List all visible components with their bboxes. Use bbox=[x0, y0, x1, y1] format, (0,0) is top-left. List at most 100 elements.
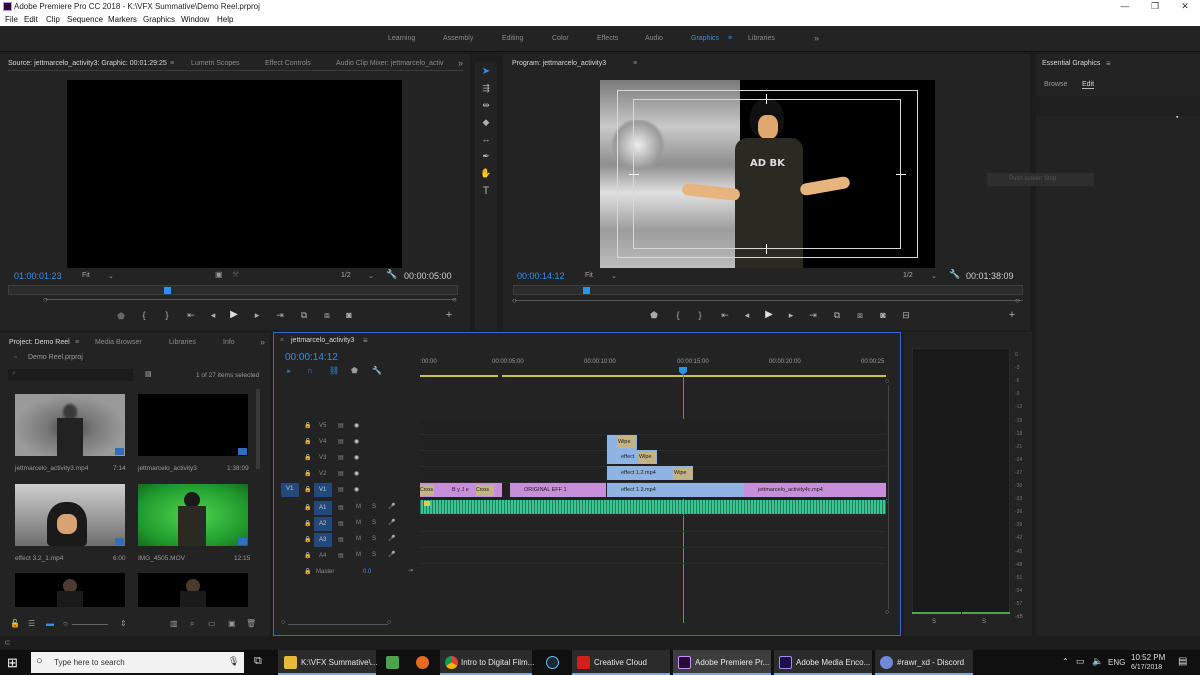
timeline-clip[interactable]: effect 1.3.mp4 bbox=[607, 483, 744, 497]
thumbnail-zoom-slider[interactable] bbox=[72, 624, 108, 625]
track-sync-icon[interactable]: ▤ bbox=[338, 486, 344, 493]
track-sync-icon[interactable]: ▤ bbox=[338, 552, 344, 559]
program-play-icon[interactable]: ▶ bbox=[762, 309, 776, 320]
program-timecode[interactable]: 00:00:14:12 bbox=[517, 271, 565, 281]
program-add-button-icon[interactable]: + bbox=[1005, 309, 1019, 321]
nest-icon[interactable]: ⚹ bbox=[286, 366, 291, 376]
voiceover-mic-icon[interactable]: 🎤 bbox=[388, 519, 395, 526]
program-camera-icon[interactable]: ◙ bbox=[876, 310, 890, 320]
menu-sequence[interactable]: Sequence bbox=[67, 15, 103, 24]
eg-tab-browse[interactable]: Browse bbox=[1044, 81, 1067, 88]
program-marker-icon[interactable]: ⬟ bbox=[647, 310, 661, 321]
track-lock-icon[interactable]: 🔒 bbox=[304, 552, 311, 559]
audio-clip-a1[interactable] bbox=[420, 500, 886, 514]
slip-tool-icon[interactable]: ↔ bbox=[479, 134, 493, 144]
program-mark-out-icon[interactable]: } bbox=[693, 310, 707, 320]
menu-window[interactable]: Window bbox=[181, 15, 209, 24]
track-label-v2[interactable]: V2 bbox=[319, 471, 326, 477]
source-more-icon[interactable]: » bbox=[458, 58, 463, 68]
time-ruler[interactable]: :00:00 00:00:05:00 00:00:10:00 00:00:15:… bbox=[420, 353, 888, 379]
solo-button[interactable]: S bbox=[372, 504, 376, 510]
menu-graphics[interactable]: Graphics bbox=[143, 15, 175, 24]
taskbar-app-chrome[interactable]: Intro to Digital Film... bbox=[440, 650, 534, 675]
taskbar-app-creative-cloud[interactable]: Creative Cloud bbox=[572, 650, 670, 675]
source-step-forward-icon[interactable]: ▸ bbox=[250, 310, 264, 321]
program-compare-icon[interactable]: ⊟ bbox=[899, 310, 913, 321]
project-item-name[interactable]: jettmarcelo_activity3.mp4 bbox=[15, 465, 88, 472]
eg-new-layer-icon[interactable]: ▪ bbox=[1176, 114, 1178, 121]
workspace-graphics[interactable]: Graphics bbox=[691, 35, 719, 42]
track-sync-icon[interactable]: ▤ bbox=[338, 470, 344, 477]
program-tab-menu-icon[interactable]: ≡ bbox=[633, 60, 637, 67]
project-search-input[interactable] bbox=[8, 369, 133, 381]
program-zoom-bar[interactable] bbox=[515, 300, 1023, 301]
sort-icon[interactable]: ⇕ bbox=[120, 619, 127, 628]
transition-wipe[interactable]: Wipe bbox=[617, 436, 635, 448]
action-center-icon[interactable]: ▤ bbox=[1178, 656, 1187, 667]
clock-time[interactable]: 10:52 PM bbox=[1131, 653, 1165, 662]
track-label-v3[interactable]: V3 bbox=[319, 455, 326, 461]
project-more-icon[interactable]: » bbox=[260, 337, 265, 347]
track-lock-icon[interactable]: 🔒 bbox=[304, 536, 311, 543]
menu-markers[interactable]: Markers bbox=[108, 15, 137, 24]
project-thumbnail[interactable] bbox=[138, 394, 248, 456]
menu-file[interactable]: File bbox=[5, 15, 18, 24]
voiceover-mic-icon[interactable]: 🎤 bbox=[388, 551, 395, 558]
source-overwrite-icon[interactable]: ⧈ bbox=[320, 310, 334, 321]
firefox-icon[interactable] bbox=[416, 656, 429, 669]
project-thumbnail[interactable] bbox=[15, 484, 125, 546]
workspace-audio[interactable]: Audio bbox=[645, 35, 663, 42]
source-scrub-bar[interactable] bbox=[8, 285, 458, 295]
automate-to-sequence-icon[interactable]: ▥ bbox=[170, 619, 178, 628]
source-marker-icon[interactable]: ⬟ bbox=[114, 311, 128, 322]
timeline-playhead-handle[interactable] bbox=[679, 367, 687, 375]
tab-lumetri-scopes[interactable]: Lumetri Scopes bbox=[191, 60, 240, 67]
program-settings-wrench-icon[interactable]: 🔧 bbox=[949, 269, 960, 280]
workspace-libraries[interactable]: Libraries bbox=[748, 35, 775, 42]
program-step-back-icon[interactable]: ◂ bbox=[740, 310, 754, 321]
source-play-icon[interactable]: ▶ bbox=[227, 309, 241, 320]
tab-timeline-sequence[interactable]: jettmarcelo_activity3 bbox=[291, 337, 354, 344]
program-video-frame[interactable]: AD BK bbox=[600, 80, 935, 268]
taskbar-search-box[interactable]: ○ Type here to search 🎙 bbox=[31, 652, 244, 673]
track-lock-icon[interactable]: 🔒 bbox=[304, 504, 311, 511]
source-wrench-gray-icon[interactable]: ⚒ bbox=[232, 270, 239, 279]
source-mark-in-icon[interactable]: { bbox=[137, 310, 151, 320]
source-step-back-icon[interactable]: ◂ bbox=[206, 310, 220, 321]
workspace-color[interactable]: Color bbox=[552, 35, 569, 42]
timeline-hscroll-left-handle[interactable]: ○ bbox=[281, 619, 285, 626]
master-go-to-end-icon[interactable]: ⇥ bbox=[408, 567, 413, 574]
language-indicator[interactable]: ENG bbox=[1108, 658, 1125, 667]
track-sync-icon[interactable]: ▤ bbox=[338, 520, 344, 527]
status-icon[interactable]: ⊂ bbox=[4, 638, 11, 647]
pen-tool-icon[interactable]: ✒ bbox=[479, 151, 493, 162]
project-item-name[interactable]: jettmarcelo_activity3 bbox=[138, 465, 197, 472]
program-mark-in-icon[interactable]: { bbox=[671, 310, 685, 320]
source-timecode[interactable]: 01:00:01:23 bbox=[14, 271, 62, 281]
tab-media-browser[interactable]: Media Browser bbox=[95, 339, 142, 346]
mute-button[interactable]: M bbox=[356, 536, 361, 542]
track-label-a4[interactable]: A4 bbox=[319, 553, 326, 559]
program-extract-icon[interactable]: ⧈ bbox=[853, 310, 867, 321]
network-icon[interactable]: ▭ bbox=[1076, 656, 1085, 667]
workspace-more-button[interactable]: » bbox=[814, 33, 819, 43]
track-sync-icon[interactable]: ▤ bbox=[338, 438, 344, 445]
workspace-menu-icon[interactable]: ≡ bbox=[728, 35, 732, 42]
transition-wipe[interactable]: Wipe bbox=[638, 452, 656, 463]
track-eye-icon[interactable]: ◉ bbox=[354, 470, 359, 477]
work-area-bar[interactable] bbox=[420, 375, 498, 377]
track-lock-icon[interactable]: 🔒 bbox=[304, 486, 311, 493]
source-insert-button-icon[interactable]: ⧉ bbox=[297, 310, 311, 321]
workspace-effects[interactable]: Effects bbox=[597, 35, 618, 42]
master-volume-value[interactable]: 0.0 bbox=[363, 569, 371, 575]
voiceover-mic-icon[interactable]: 🎤 bbox=[388, 535, 395, 542]
app-pinned-green-icon[interactable] bbox=[386, 656, 399, 669]
task-view-icon[interactable]: ⧉ bbox=[254, 655, 262, 668]
project-thumbnail[interactable] bbox=[138, 573, 248, 607]
source-resolution-chevron-icon[interactable]: ⌄ bbox=[368, 272, 374, 280]
source-zoom-handle-right[interactable]: ○ bbox=[452, 295, 457, 304]
type-tool-icon[interactable]: T bbox=[479, 185, 493, 197]
source-insert-icon[interactable]: ▣ bbox=[215, 270, 223, 279]
workspace-editing[interactable]: Editing bbox=[502, 35, 523, 42]
track-sync-icon[interactable]: ▤ bbox=[338, 504, 344, 511]
